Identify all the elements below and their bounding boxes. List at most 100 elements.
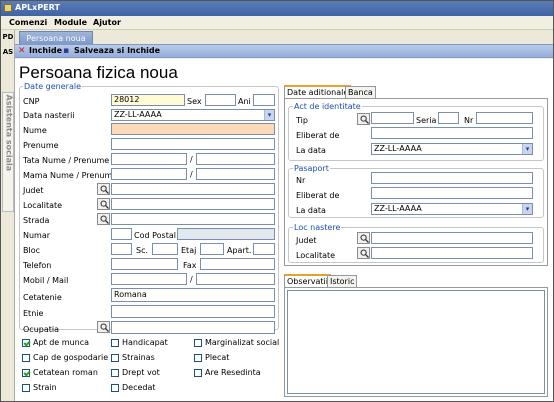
document-tab-bar: Persoana noua [15,30,553,44]
sc-input[interactable] [152,243,178,255]
cod-postal-input[interactable] [177,228,275,240]
checkbox-label: Drept vot [122,368,160,377]
mobil-input[interactable] [111,273,187,285]
loc-judet-label: Judet [296,236,317,245]
mama-prenume-input[interactable] [196,168,275,180]
checkbox-box [111,339,119,347]
mama-nume-input[interactable] [111,168,187,180]
module-tab-pd[interactable]: PD [1,33,15,41]
checkbox-box [194,354,202,362]
loc-judet-search-button[interactable] [357,232,370,244]
pasaport-nr-input[interactable] [371,172,533,184]
page-title: Persoana fizica noua [19,63,178,82]
pasaport-la-data-picker[interactable]: ZZ-LL-AAAA ▾ [371,203,533,215]
checkbox-label: Cap de gospodarie [33,353,109,362]
module-tab-as[interactable]: AS [1,48,15,56]
checkbox-cap-de-gospodarie[interactable]: Cap de gospodarie [22,353,108,362]
strada-label: Strada [23,216,50,225]
checkbox-label: Cetatean roman [33,368,98,377]
close-button[interactable]: ✕ Inchide [18,46,62,57]
tab-observatii[interactable]: Observatii [284,274,331,288]
eliberat-input[interactable] [371,127,533,139]
etnie-label: Etnie [23,309,44,318]
checkbox-are-resedinta[interactable]: Are Resedinta [194,368,261,377]
tata-prenume-input[interactable] [196,153,275,165]
checkbox-decedat[interactable]: Decedat [111,383,156,392]
tip-input[interactable] [371,112,414,124]
title-bar: APLxPERT [1,1,553,16]
cnp-input[interactable]: 28012 [111,94,185,106]
date-generale-legend: Date generale [23,82,82,91]
la-data-picker[interactable]: ZZ-LL-AAAA ▾ [371,143,533,155]
checkbox-label: Plecat [205,353,230,362]
checkbox-cetatean-roman[interactable]: Cetatean roman [22,368,98,377]
checkbox-plecat[interactable]: Plecat [194,353,229,362]
bloc-input[interactable] [111,243,132,255]
seria-label: Seria [416,116,437,125]
tab-persoana-noua[interactable]: Persoana noua [19,31,93,44]
telefon-label: Telefon [23,261,52,270]
fax-input[interactable] [200,258,275,270]
etaj-label: Etaj [181,246,197,255]
cetatenie-input[interactable]: Romana [111,288,275,302]
search-icon [360,249,369,258]
menu-bar: Comenzi Module Ajutor [1,16,553,30]
sex-input[interactable] [205,94,236,106]
checkbox-label: Apt de munca [33,338,90,347]
judet-search-button[interactable] [97,183,110,195]
vertical-tab-label: Asistenta sociala [4,94,14,172]
pasaport-eliberat-label: Eliberat de [296,191,340,200]
left-module-tabs: PD AS Asistenta sociala [1,30,15,401]
search-icon [100,185,109,194]
localitate-input[interactable] [111,198,275,210]
chevron-down-icon[interactable]: ▾ [522,144,532,154]
checkbox-label: Handicapat [122,338,168,347]
observatii-textarea[interactable] [287,290,545,394]
judet-input[interactable] [111,183,275,195]
checkbox-box [111,354,119,362]
checkbox-strain[interactable]: Strain [22,383,57,392]
vertical-tab-asistenta-sociala[interactable]: Asistenta sociala [2,92,14,212]
telefon-input[interactable] [111,258,178,270]
tip-search-button[interactable] [357,113,370,125]
menu-module[interactable]: Module [54,18,87,27]
data-nasterii-picker[interactable]: ZZ-LL-AAAA ▾ [111,109,275,121]
nr-input[interactable] [476,112,533,124]
menu-ajutor[interactable]: Ajutor [93,18,121,27]
ocupatia-input[interactable] [111,321,275,334]
checkbox-strainas[interactable]: Strainas [111,353,155,362]
strada-search-button[interactable] [97,213,110,225]
chevron-down-icon[interactable]: ▾ [264,110,274,120]
nume-input[interactable] [111,123,275,135]
search-icon [100,200,109,209]
checkbox-box [22,369,30,377]
tata-nume-input[interactable] [111,153,187,165]
tab-date-aditionale[interactable]: Date aditionale [284,85,352,99]
etnie-input[interactable] [111,305,275,318]
save-close-button[interactable]: ▪ Salveaza si Inchide [63,46,160,57]
localitate-search-button[interactable] [97,198,110,210]
etaj-input[interactable] [200,243,224,255]
search-icon [360,234,369,243]
ani-input[interactable] [253,94,275,106]
checkbox-apt-de-munca[interactable]: Apt de munca [22,338,89,347]
mail-input[interactable] [196,273,275,285]
seria-input[interactable] [438,112,459,124]
strada-input[interactable] [111,213,275,225]
menu-comenzi[interactable]: Comenzi [9,18,47,27]
chevron-down-icon[interactable]: ▾ [522,204,532,214]
localitate-label: Localitate [23,201,63,210]
checkbox-drept-vot[interactable]: Drept vot [111,368,160,377]
prenume-input[interactable] [111,138,275,150]
numar-input[interactable] [111,228,132,240]
loc-localitate-input[interactable] [371,247,533,259]
loc-judet-input[interactable] [371,232,533,244]
loc-localitate-search-button[interactable] [357,247,370,259]
checkbox-marginalizat-social[interactable]: Marginalizat social [194,338,279,347]
apart-input[interactable] [253,243,275,255]
ocupatia-search-button[interactable] [97,321,110,333]
search-icon [360,115,369,124]
checkbox-handicapat[interactable]: Handicapat [111,338,168,347]
pasaport-eliberat-input[interactable] [371,187,533,199]
data-nasterii-label: Data nasterii [23,111,75,120]
